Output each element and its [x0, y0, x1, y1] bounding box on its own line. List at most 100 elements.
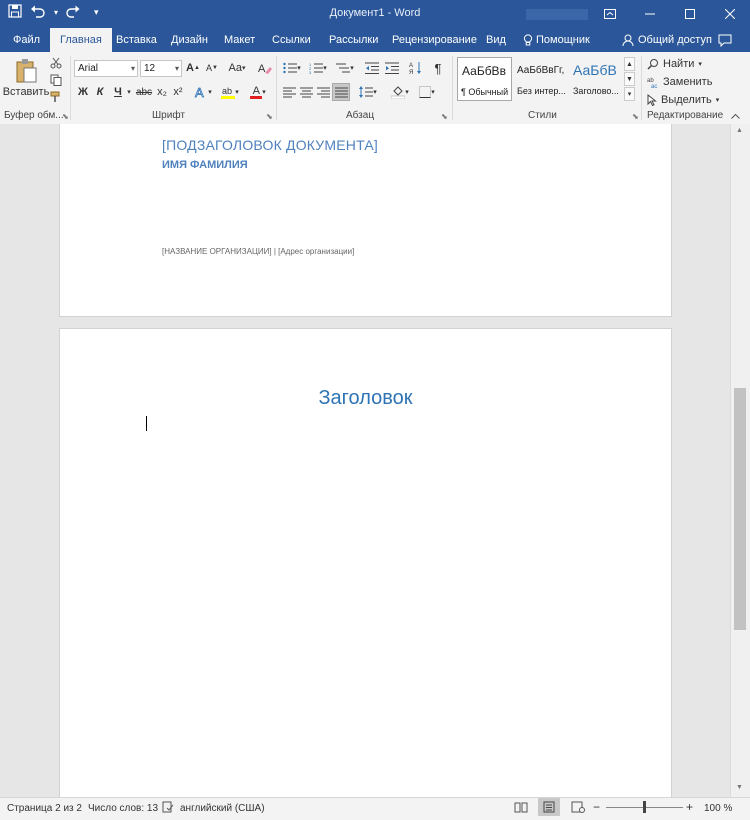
- comments-button[interactable]: [718, 28, 732, 52]
- format-painter-button[interactable]: [49, 90, 63, 104]
- document-area[interactable]: [ПОДЗАГОЛОВОК ДОКУМЕНТА] ИМЯ ФАМИЛИЯ [НА…: [0, 124, 731, 797]
- copy-button[interactable]: [49, 73, 63, 87]
- numbering-button[interactable]: 1 2 3 ▾: [307, 60, 329, 76]
- bold-button[interactable]: Ж: [76, 84, 90, 100]
- borders-button[interactable]: ▾: [415, 84, 439, 100]
- align-left-button[interactable]: [281, 84, 297, 100]
- author-name[interactable]: ИМЯ ФАМИЛИЯ: [162, 159, 248, 171]
- line-spacing-button[interactable]: ▾: [356, 84, 380, 100]
- clear-formatting-button[interactable]: A: [257, 60, 273, 76]
- zoom-out-button[interactable]: −: [593, 800, 600, 814]
- paste-label: Вставить: [2, 86, 50, 98]
- print-layout-button[interactable]: [538, 798, 560, 816]
- styles-more-button[interactable]: ▾: [624, 87, 635, 101]
- zoom-slider-thumb[interactable]: [643, 801, 646, 813]
- tab-home[interactable]: Главная: [50, 28, 112, 52]
- styles-scroll-down-button[interactable]: ▼: [624, 72, 635, 86]
- subscript-button[interactable]: x₂: [155, 84, 169, 100]
- styles-launcher-icon[interactable]: ⬊: [632, 112, 639, 121]
- close-button[interactable]: [710, 0, 750, 28]
- page-count[interactable]: Страница 2 из 2: [7, 803, 82, 814]
- clipboard-launcher-icon[interactable]: ⬊: [62, 112, 69, 121]
- book-icon: [514, 802, 528, 813]
- vertical-scrollbar[interactable]: ▲ ▼: [730, 124, 750, 797]
- font-group-label: Шрифт: [152, 110, 185, 121]
- find-button[interactable]: Найти ▾: [647, 56, 702, 72]
- person-icon: [622, 34, 634, 46]
- replace-button[interactable]: ab ac Заменить: [647, 74, 712, 90]
- font-launcher-icon[interactable]: ⬊: [266, 112, 273, 121]
- comment-icon: [718, 34, 732, 48]
- select-button[interactable]: Выделить ▾: [647, 92, 719, 108]
- scroll-down-arrow[interactable]: ▼: [736, 784, 743, 791]
- paste-button[interactable]: Вставить: [3, 56, 49, 100]
- style-heading-1-name: Заголово...: [573, 86, 619, 96]
- language-indicator[interactable]: английский (США): [180, 803, 265, 814]
- tab-view[interactable]: Вид: [486, 28, 506, 52]
- read-mode-button[interactable]: [514, 801, 528, 816]
- scroll-thumb[interactable]: [734, 388, 746, 630]
- svg-text:ac: ac: [651, 84, 657, 88]
- increase-indent-button[interactable]: [384, 60, 400, 76]
- styles-scroll-up-button[interactable]: ▲: [624, 57, 635, 71]
- collapse-ribbon-button[interactable]: [729, 110, 741, 122]
- style-heading-1[interactable]: АаБбВ Заголово...: [571, 57, 623, 101]
- bullets-button[interactable]: ▾: [281, 60, 303, 76]
- italic-button[interactable]: К: [93, 84, 107, 100]
- font-color-glyph: А: [252, 84, 260, 97]
- underline-button[interactable]: Ч: [111, 84, 125, 100]
- tab-references[interactable]: Ссылки: [272, 28, 311, 52]
- tab-review[interactable]: Рецензирование: [392, 28, 477, 52]
- align-right-button[interactable]: [315, 84, 331, 100]
- superscript-button[interactable]: x²: [171, 84, 185, 100]
- tab-design[interactable]: Дизайн: [171, 28, 208, 52]
- font-color-button[interactable]: А ▾: [246, 84, 270, 100]
- style-no-spacing[interactable]: АаБбВвГг, Без интер...: [514, 57, 570, 101]
- tab-insert[interactable]: Вставка: [116, 28, 157, 52]
- tab-mailings[interactable]: Рассылки: [329, 28, 378, 52]
- font-name-combo[interactable]: Arial ▾: [74, 60, 138, 77]
- strikethrough-button[interactable]: abc: [135, 84, 153, 100]
- page-1[interactable]: [ПОДЗАГОЛОВОК ДОКУМЕНТА] ИМЯ ФАМИЛИЯ [НА…: [59, 124, 672, 317]
- document-heading[interactable]: Заголовок: [60, 387, 671, 410]
- document-subtitle[interactable]: [ПОДЗАГОЛОВОК ДОКУМЕНТА]: [162, 137, 378, 153]
- shrink-font-button[interactable]: A ▼: [205, 60, 219, 76]
- word-count[interactable]: Число слов: 13: [88, 803, 158, 814]
- tab-file[interactable]: Файл: [13, 28, 40, 52]
- show-formatting-button[interactable]: ¶: [430, 60, 446, 76]
- tell-me-box[interactable]: Помощник: [523, 28, 590, 52]
- page-2[interactable]: Заголовок: [59, 328, 672, 797]
- font-size-combo[interactable]: 12 ▾: [140, 60, 182, 77]
- align-center-button[interactable]: [298, 84, 314, 100]
- share-button[interactable]: Общий доступ: [622, 28, 712, 52]
- tab-layout[interactable]: Макет: [224, 28, 255, 52]
- highlight-button[interactable]: ab ▾: [218, 84, 242, 100]
- search-icon: [647, 59, 658, 70]
- sort-button[interactable]: AЯ: [406, 60, 426, 76]
- style-no-spacing-name: Без интер...: [517, 86, 566, 96]
- maximize-button[interactable]: [670, 0, 710, 28]
- svg-text:A: A: [409, 63, 413, 69]
- style-normal[interactable]: АаБбВв ¶ Обычный: [457, 57, 512, 101]
- page-layout-icon: [543, 801, 555, 813]
- shading-button[interactable]: ▾: [388, 84, 412, 100]
- web-layout-button[interactable]: [571, 801, 585, 816]
- clipboard-icon: [16, 59, 37, 83]
- organization-line[interactable]: [НАЗВАНИЕ ОРГАНИЗАЦИИ] | [Адрес организа…: [162, 247, 354, 256]
- cut-button[interactable]: [49, 56, 63, 70]
- decrease-indent-button[interactable]: [364, 60, 380, 76]
- change-case-button[interactable]: Аа ▾: [226, 60, 248, 76]
- text-effects-button[interactable]: A ▾: [192, 84, 214, 100]
- justify-button[interactable]: [332, 83, 350, 101]
- underline-dropdown-icon[interactable]: ▾: [125, 84, 133, 100]
- minimize-button[interactable]: [630, 0, 670, 28]
- paragraph-launcher-icon[interactable]: ⬊: [441, 112, 448, 121]
- proofing-icon[interactable]: [162, 801, 174, 816]
- grow-font-button[interactable]: A ▲: [186, 60, 200, 76]
- highlighter-icon: ab: [221, 86, 236, 99]
- zoom-in-button[interactable]: +: [686, 800, 693, 814]
- multilevel-list-button[interactable]: ▾: [333, 60, 357, 76]
- scroll-up-arrow[interactable]: ▲: [736, 127, 743, 134]
- ribbon-display-options-button[interactable]: [590, 0, 630, 28]
- zoom-level[interactable]: 100 %: [704, 803, 732, 814]
